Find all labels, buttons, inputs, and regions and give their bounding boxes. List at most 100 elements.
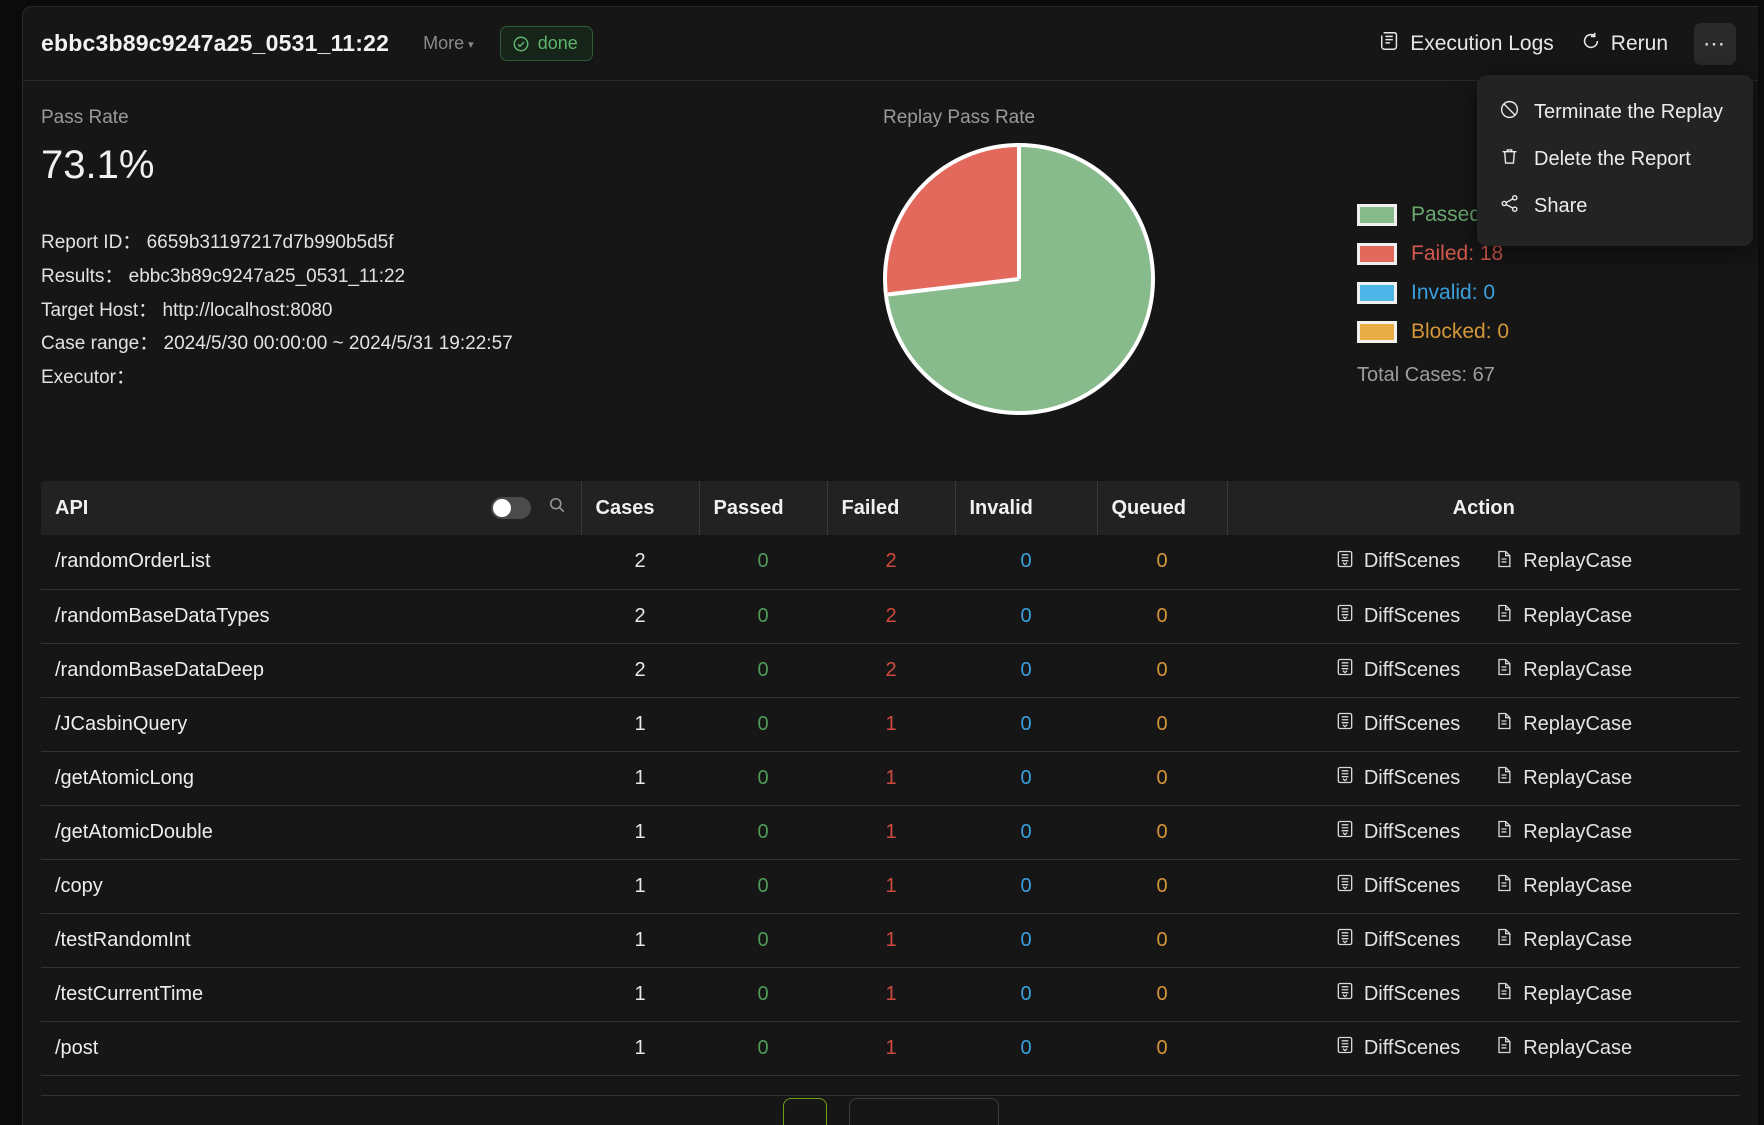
field-value: 6659b31197217d7b990b5d5f <box>146 232 394 253</box>
chart-title: Replay Pass Rate <box>883 107 1036 128</box>
cell-api[interactable]: /post <box>41 1021 581 1076</box>
table-body: /randomOrderList 2 0 2 0 0 DiffScenes ReplayCas… <box>41 535 1740 1076</box>
replay-case-button[interactable]: ReplayCase <box>1494 819 1632 845</box>
diff-scenes-button[interactable]: DiffScenes <box>1335 873 1460 899</box>
page-header: ebbc3b89c9247a25_0531_11:22 More ▾ done <box>23 7 1758 81</box>
replay-case-button[interactable]: ReplayCase <box>1494 981 1632 1007</box>
cell-api[interactable]: /copy <box>41 859 581 914</box>
table-row[interactable]: /randomBaseDataTypes 2 0 2 0 0 DiffScenes Repla… <box>41 589 1740 644</box>
search-icon[interactable] <box>547 495 567 521</box>
diff-scenes-button[interactable]: DiffScenes <box>1335 657 1460 683</box>
cell-api[interactable]: /randomOrderList <box>41 535 581 590</box>
more-label: More <box>423 33 465 53</box>
legend-item-invalid[interactable]: Invalid: 0 <box>1357 281 1758 305</box>
cell-api[interactable]: /randomBaseDataDeep <box>41 643 581 698</box>
cell-action: DiffScenes ReplayCase <box>1227 859 1740 914</box>
table-row[interactable]: /testRandomInt 1 0 1 0 0 DiffScenes ReplayCase <box>41 913 1740 968</box>
replay-case-button[interactable]: ReplayCase <box>1494 765 1632 791</box>
cell-api[interactable]: /testCurrentTime <box>41 967 581 1022</box>
diff-scenes-button[interactable]: DiffScenes <box>1335 981 1460 1007</box>
file-icon <box>1494 549 1514 575</box>
diff-scenes-button[interactable]: DiffScenes <box>1335 1035 1460 1061</box>
column-label: API <box>55 496 89 519</box>
cell-queued: 0 <box>1097 805 1227 860</box>
diff-scenes-button[interactable]: DiffScenes <box>1335 765 1460 791</box>
replay-case-button[interactable]: ReplayCase <box>1494 549 1632 575</box>
table-row[interactable]: /getAtomicLong 1 0 1 0 0 DiffScenes ReplayCase <box>41 751 1740 806</box>
cell-api[interactable]: /randomBaseDataTypes <box>41 589 581 644</box>
replay-case-button[interactable]: ReplayCase <box>1494 927 1632 953</box>
column-header-queued[interactable]: Queued <box>1097 481 1228 535</box>
file-icon <box>1494 711 1514 737</box>
table-row[interactable]: /copy 1 0 1 0 0 DiffScenes ReplayCase <box>41 859 1740 914</box>
legend-item-blocked[interactable]: Blocked: 0 <box>1357 320 1758 344</box>
more-options-button[interactable]: ⋯ <box>1694 22 1736 65</box>
page-size-select[interactable] <box>848 1097 999 1125</box>
table-row[interactable]: /JCasbinQuery 1 0 1 0 0 DiffScenes ReplayCase <box>41 697 1740 752</box>
table-row[interactable]: /randomOrderList 2 0 2 0 0 DiffScenes ReplayCas… <box>41 535 1740 590</box>
file-icon <box>1494 657 1514 683</box>
file-icon <box>1494 981 1514 1007</box>
diff-icon <box>1335 981 1355 1007</box>
cell-api[interactable]: /JCasbinQuery <box>41 697 581 752</box>
cell-cases: 2 <box>581 643 699 698</box>
diff-scenes-button[interactable]: DiffScenes <box>1335 711 1460 737</box>
diff-icon <box>1335 657 1355 683</box>
cell-cases: 1 <box>581 913 699 968</box>
replay-case-button[interactable]: ReplayCase <box>1494 873 1632 899</box>
replay-case-button[interactable]: ReplayCase <box>1494 603 1632 629</box>
summary-info: Pass Rate 73.1% Report ID： 6659b31197217… <box>23 107 783 481</box>
cell-action: DiffScenes ReplayCase <box>1227 535 1740 590</box>
diff-scenes-label: DiffScenes <box>1363 604 1461 627</box>
diff-scenes-button[interactable]: DiffScenes <box>1335 549 1460 575</box>
field-case-range: Case range： 2024/5/30 00:00:00 ~ 2024/5/… <box>41 327 783 361</box>
cell-api[interactable]: /testRandomInt <box>41 913 581 968</box>
cell-passed: 0 <box>699 859 827 914</box>
menu-item-delete[interactable]: Delete the Report <box>1477 136 1753 183</box>
diff-icon <box>1335 819 1355 845</box>
legend-swatch <box>1357 282 1397 304</box>
diff-scenes-button[interactable]: DiffScenes <box>1335 603 1460 629</box>
cell-passed: 0 <box>699 805 827 860</box>
menu-item-share[interactable]: Share <box>1477 183 1753 230</box>
diff-scenes-label: DiffScenes <box>1363 874 1461 897</box>
table-row[interactable]: /testCurrentTime 1 0 1 0 0 DiffScenes ReplayCas… <box>41 967 1740 1022</box>
diff-icon <box>1335 1035 1355 1061</box>
rerun-button[interactable]: Rerun <box>1580 30 1668 58</box>
replay-case-label: ReplayCase <box>1523 766 1633 789</box>
diff-icon <box>1335 873 1355 899</box>
table-row[interactable]: /getAtomicDouble 1 0 1 0 0 DiffScenes ReplayCas… <box>41 805 1740 860</box>
diff-scenes-label: DiffScenes <box>1363 550 1461 573</box>
replay-case-button[interactable]: ReplayCase <box>1494 1035 1632 1061</box>
api-results-table: API Cases Passed Failed Invalid Queued A… <box>41 481 1740 1076</box>
replay-case-button[interactable]: ReplayCase <box>1494 657 1632 683</box>
table-row[interactable]: /randomBaseDataDeep 2 0 2 0 0 DiffScenes Replay… <box>41 643 1740 698</box>
menu-item-terminate[interactable]: Terminate the Replay <box>1477 89 1753 136</box>
cell-cases: 2 <box>581 589 699 644</box>
column-header-failed[interactable]: Failed <box>827 481 956 535</box>
status-badge[interactable]: done <box>499 26 593 61</box>
column-header-passed[interactable]: Passed <box>699 481 828 535</box>
cell-cases: 1 <box>581 859 699 914</box>
api-filter-toggle[interactable] <box>490 497 531 519</box>
more-options-menu: Terminate the Replay Delete the Report S… <box>1477 75 1753 246</box>
cell-api[interactable]: /getAtomicDouble <box>41 805 581 860</box>
replay-case-label: ReplayCase <box>1523 658 1633 681</box>
diff-scenes-button[interactable]: DiffScenes <box>1335 819 1460 845</box>
diff-icon <box>1335 549 1355 575</box>
cell-api[interactable]: /getAtomicLong <box>41 751 581 806</box>
page-button-current[interactable] <box>782 1097 827 1125</box>
column-header-cases[interactable]: Cases <box>581 481 700 535</box>
cell-action: DiffScenes ReplayCase <box>1227 589 1740 644</box>
diff-scenes-button[interactable]: DiffScenes <box>1335 927 1460 953</box>
diff-scenes-label: DiffScenes <box>1363 928 1461 951</box>
more-toggle[interactable]: More ▾ <box>423 33 474 54</box>
cell-queued: 0 <box>1097 697 1227 752</box>
column-header-invalid[interactable]: Invalid <box>955 481 1098 535</box>
table-row[interactable]: /post 1 0 1 0 0 DiffScenes ReplayCase <box>41 1021 1740 1076</box>
file-icon <box>1494 927 1514 953</box>
cell-action: DiffScenes ReplayCase <box>1227 643 1740 698</box>
execution-logs-button[interactable]: Execution Logs <box>1379 30 1554 58</box>
menu-item-label: Share <box>1534 195 1588 217</box>
replay-case-button[interactable]: ReplayCase <box>1494 711 1632 737</box>
